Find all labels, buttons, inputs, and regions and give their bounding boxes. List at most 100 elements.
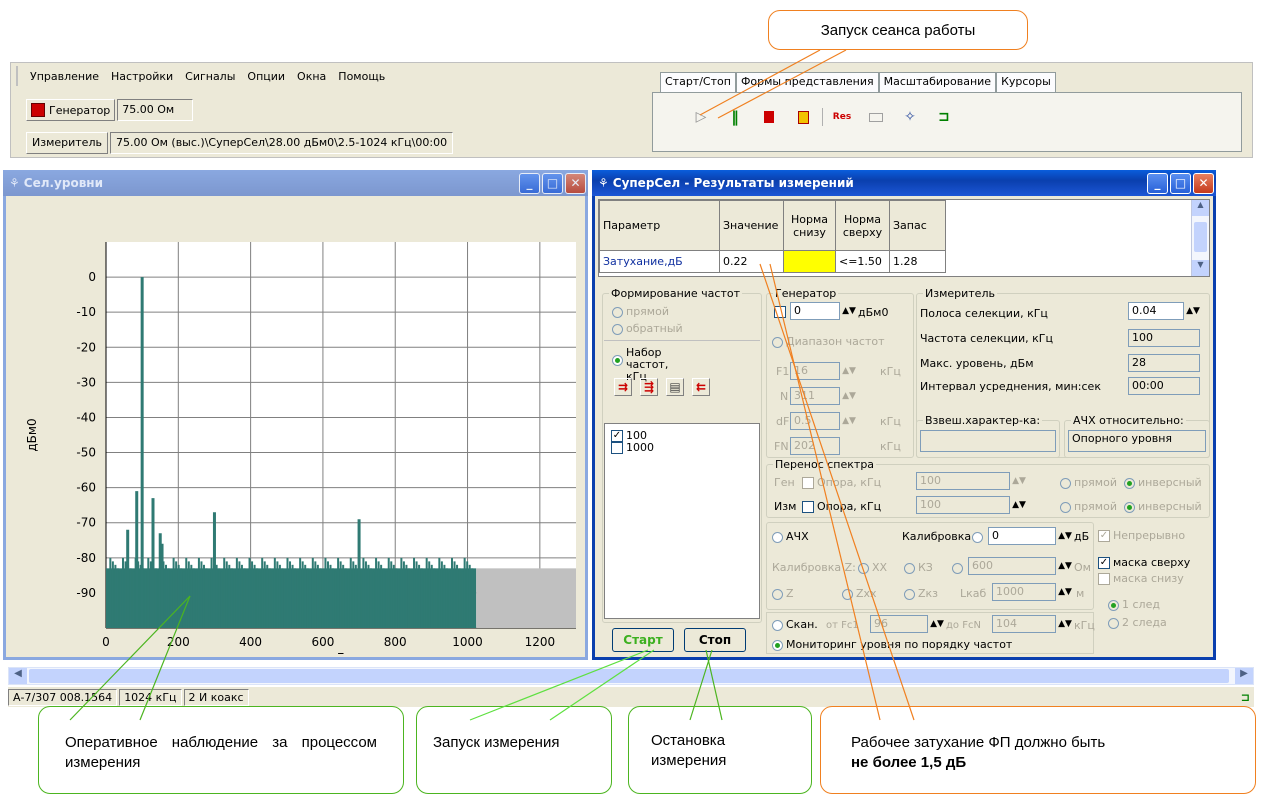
transfer-gen-spin[interactable]: ▲▼ (1012, 472, 1026, 490)
col-header-max[interactable]: Норма сверху (835, 200, 890, 251)
row-min[interactable] (783, 250, 836, 273)
horizontal-scrollbar[interactable]: ◀ ▶ (8, 667, 1254, 685)
radio-monitor[interactable]: Мониторинг уровня по порядку частот (772, 638, 1012, 651)
maximize-icon[interactable]: □ (1170, 172, 1191, 194)
maximize-icon[interactable]: □ (542, 172, 563, 194)
row-param[interactable]: Затухание,дБ (599, 250, 720, 273)
minimize-icon[interactable]: _ (1147, 172, 1168, 194)
z-field[interactable]: 600 (968, 557, 1056, 575)
start-button[interactable]: Старт (612, 628, 674, 652)
results-titlebar[interactable]: ⚘ СуперСел - Результаты измерений _ □ ✕ (592, 170, 1216, 196)
transfer-gen-field[interactable]: 100 (916, 472, 1010, 490)
df-field[interactable]: 0.5 (790, 412, 840, 430)
tab-scaling[interactable]: Масштабирование (878, 72, 997, 92)
scan-to-field[interactable]: 104 (992, 615, 1056, 633)
menu-item-control[interactable]: Управление (30, 70, 99, 83)
edit-freq-icon[interactable]: ▤ (666, 378, 684, 396)
transfer-meas-field[interactable]: 100 (916, 496, 1010, 514)
transfer-meas-spin[interactable]: ▲▼ (1012, 496, 1026, 514)
df-spin[interactable]: ▲▼ (842, 412, 856, 430)
lcab-field[interactable]: 1000 (992, 583, 1056, 601)
insert-freq-icon[interactable]: ⇶ (640, 378, 658, 396)
transfer-meas-inverse[interactable]: инверсный (1124, 500, 1202, 513)
n-spin[interactable]: ▲▼ (842, 387, 856, 405)
tab-views[interactable]: Формы представления (735, 72, 879, 92)
minimize-icon[interactable]: _ (519, 172, 540, 194)
col-header-min[interactable]: Норма снизу (783, 200, 836, 251)
f1-field[interactable]: 16 (790, 362, 840, 380)
col-header-param[interactable]: Параметр (599, 200, 720, 251)
plug-icon[interactable]: ⊐ (935, 108, 953, 126)
z-spin[interactable]: ▲▼ (1058, 557, 1072, 575)
radio-range[interactable]: Диапазон частот (772, 335, 885, 348)
tab-cursors[interactable]: Курсоры (996, 72, 1056, 92)
menu-item-options[interactable]: Опции (247, 70, 285, 83)
radio-zks[interactable]: Zкз (904, 587, 938, 600)
close-icon[interactable]: ✕ (565, 172, 586, 194)
radio-zxx[interactable]: Zxx (842, 587, 877, 600)
lcab-spin[interactable]: ▲▼ (1058, 583, 1072, 601)
stop-button[interactable]: Стоп (684, 628, 746, 652)
calib-field[interactable]: 0 (988, 527, 1056, 545)
table-scrollbar[interactable]: ▲ ▼ (1191, 200, 1209, 276)
bw-spin[interactable]: ▲▼ (1186, 302, 1200, 320)
transfer-gen-direct[interactable]: прямой (1060, 476, 1117, 489)
menu-item-windows[interactable]: Окна (297, 70, 326, 83)
gen-level-spin[interactable]: ▲▼ (842, 302, 856, 320)
scan-from-spin[interactable]: ▲▼ (930, 615, 944, 633)
max-level-field[interactable]: 28 (1128, 354, 1200, 372)
pause-icon[interactable]: ‖ (726, 108, 744, 126)
transfer-gen-ref[interactable]: Опора, кГц (802, 476, 881, 489)
transfer-meas-ref[interactable]: Опора, кГц (802, 500, 881, 513)
afc-field[interactable]: Опорного уровня (1068, 430, 1206, 452)
transfer-gen-inverse[interactable]: инверсный (1124, 476, 1202, 489)
sel-freq-field[interactable]: 100 (1128, 329, 1200, 347)
row-margin[interactable]: 1.28 (889, 250, 946, 273)
radio-z-val[interactable] (952, 561, 966, 574)
scan-from-field[interactable]: 96 (870, 615, 928, 633)
bw-field[interactable]: 0.04 (1128, 302, 1184, 320)
settings-icon[interactable]: ✧ (901, 108, 919, 126)
scroll-right-icon[interactable]: ▶ (1235, 668, 1253, 684)
play-icon[interactable]: ▷ (692, 108, 710, 126)
close-icon[interactable]: ✕ (1193, 172, 1214, 194)
row-value[interactable]: 0.22 (719, 250, 784, 273)
menu-item-signals[interactable]: Сигналы (185, 70, 235, 83)
stop-icon[interactable] (760, 108, 778, 126)
remove-freq-icon[interactable]: ⇇ (692, 378, 710, 396)
col-header-margin[interactable]: Запас (889, 200, 946, 251)
calib-spin[interactable]: ▲▼ (1058, 527, 1072, 545)
n-field[interactable]: 311 (790, 387, 840, 405)
generator-button[interactable]: Генератор (26, 99, 116, 121)
meter-button[interactable]: Измеритель (26, 132, 108, 154)
export-icon[interactable] (794, 108, 812, 126)
scroll-thumb[interactable] (29, 669, 1229, 683)
radio-reverse[interactable]: обратный (612, 322, 683, 335)
radio-trace1[interactable]: 1 след (1108, 598, 1160, 611)
radio-scan[interactable]: Скан. (772, 618, 818, 631)
gen-level-field[interactable]: 0 (790, 302, 840, 320)
weight-field[interactable] (920, 430, 1056, 452)
radio-direct[interactable]: прямой (612, 305, 669, 318)
reset-icon[interactable]: Res (833, 108, 851, 126)
radio-xx[interactable]: XX (858, 561, 887, 574)
scan-to-spin[interactable]: ▲▼ (1058, 615, 1072, 633)
mask-bottom-checkbox[interactable]: маска снизу (1098, 572, 1184, 585)
scroll-left-icon[interactable]: ◀ (9, 668, 27, 684)
radio-kz[interactable]: КЗ (904, 561, 933, 574)
spectrum-titlebar[interactable]: ⚘ Сел.уровни _ □ ✕ (3, 170, 588, 196)
menu-item-help[interactable]: Помощь (338, 70, 385, 83)
radio-z[interactable]: Z (772, 587, 794, 600)
fn-field[interactable]: 202 (790, 437, 840, 455)
menu-item-settings[interactable]: Настройки (111, 70, 173, 83)
display-icon[interactable] (867, 108, 885, 126)
row-max[interactable]: <=1.50 (835, 250, 890, 273)
add-freq-icon[interactable]: ⇉ (614, 378, 632, 396)
mask-top-checkbox[interactable]: ✓ маска сверху (1098, 556, 1190, 569)
radio-afc[interactable]: АЧХ (772, 530, 809, 543)
continuous-checkbox[interactable]: ✓ Непрерывно (1098, 529, 1185, 542)
col-header-value[interactable]: Значение (719, 200, 784, 251)
calib-radio[interactable] (972, 530, 986, 543)
avg-field[interactable]: 00:00 (1128, 377, 1200, 395)
transfer-meas-direct[interactable]: прямой (1060, 500, 1117, 513)
